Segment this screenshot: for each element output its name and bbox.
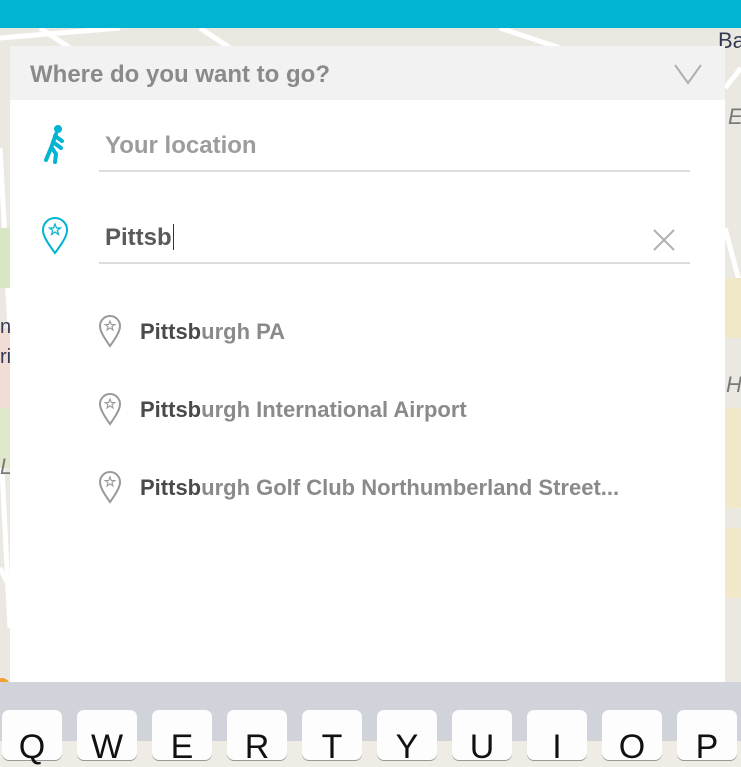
suggestion-item[interactable]: Pittsburgh PA bbox=[98, 312, 718, 352]
on-screen-keyboard: Q W E R T Y U I O P bbox=[0, 682, 741, 766]
destination-value: Pittsb bbox=[105, 224, 174, 251]
key-q[interactable]: Q bbox=[2, 710, 62, 766]
status-bar bbox=[0, 0, 741, 28]
origin-input[interactable]: Your location bbox=[99, 114, 690, 172]
destination-search-panel: Where do you want to go? Your location P… bbox=[10, 46, 725, 686]
panel-header: Where do you want to go? bbox=[10, 46, 725, 100]
key-r[interactable]: R bbox=[227, 710, 287, 766]
walking-person-icon bbox=[44, 125, 64, 164]
key-w[interactable]: W bbox=[77, 710, 137, 766]
key-y[interactable]: Y bbox=[377, 710, 437, 766]
key-i[interactable]: I bbox=[527, 710, 587, 766]
key-e[interactable]: E bbox=[152, 710, 212, 766]
map-label: H bbox=[726, 372, 741, 397]
map-label: E bbox=[728, 104, 741, 130]
chevron-down-icon[interactable] bbox=[673, 62, 703, 86]
suggestion-label: Pittsburgh PA bbox=[140, 319, 286, 344]
key-t[interactable]: T bbox=[302, 710, 362, 766]
key-u[interactable]: U bbox=[452, 710, 512, 766]
suggestion-item[interactable]: Pittsburgh Golf Club Northumberland Stre… bbox=[98, 468, 718, 508]
suggestion-label: Pittsburgh Golf Club Northumberland Stre… bbox=[140, 475, 620, 500]
location-pin-icon bbox=[41, 217, 69, 255]
suggestion-label: Pittsburgh International Airport bbox=[140, 397, 467, 422]
location-pin-icon bbox=[98, 471, 122, 504]
close-icon[interactable] bbox=[652, 228, 676, 252]
text-caret bbox=[172, 224, 174, 250]
suggestion-item[interactable]: Pittsburgh International Airport bbox=[98, 390, 718, 430]
key-p[interactable]: P bbox=[677, 710, 737, 766]
origin-placeholder: Your location bbox=[105, 132, 257, 159]
destination-input[interactable]: Pittsb bbox=[99, 206, 690, 264]
location-pin-icon bbox=[98, 393, 122, 426]
panel-title: Where do you want to go? bbox=[30, 61, 330, 88]
key-o[interactable]: O bbox=[602, 710, 662, 766]
location-pin-icon bbox=[98, 315, 122, 348]
